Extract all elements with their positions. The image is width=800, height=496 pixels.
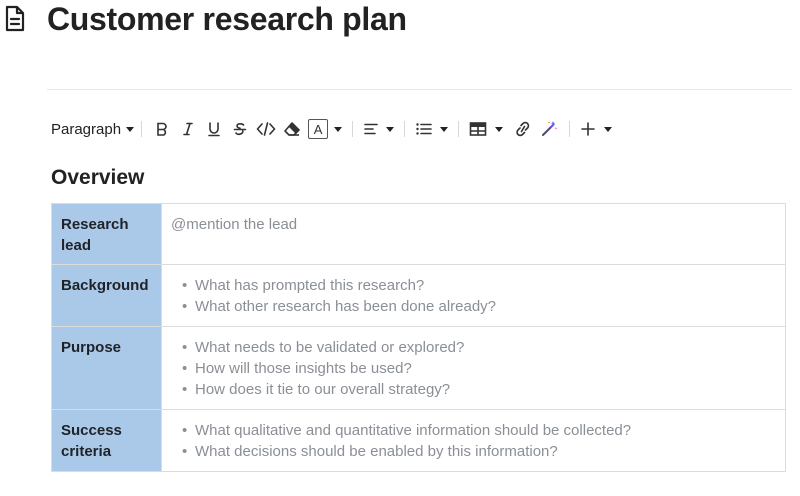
link-icon: [516, 121, 530, 137]
row-label-cell[interactable]: Success criteria: [51, 409, 162, 472]
table-row: Purpose What needs to be validated or ex…: [51, 326, 786, 410]
row-content-cell[interactable]: What has prompted this research? What ot…: [161, 264, 786, 327]
row-label: Success criteria: [61, 422, 122, 460]
row-label: Background: [61, 277, 149, 294]
alignment-dropdown[interactable]: [360, 116, 397, 142]
text-color-button[interactable]: A: [305, 116, 345, 142]
chevron-down-icon: [386, 126, 395, 132]
strikethrough-icon: [233, 123, 247, 136]
table-row: Background What has prompted this resear…: [51, 264, 786, 327]
bold-icon: [157, 122, 167, 136]
ai-assist-button[interactable]: [536, 116, 562, 142]
editor-toolbar: Paragraph A: [51, 114, 615, 144]
list-item: What other research has been done alread…: [182, 296, 785, 317]
paragraph-style-label: Paragraph: [51, 120, 122, 138]
page-title[interactable]: Customer research plan: [47, 0, 407, 38]
align-left-icon: [364, 123, 378, 135]
toolbar-separator: [404, 121, 406, 137]
row-label-cell[interactable]: Background: [51, 264, 162, 327]
list-item: How does it tie to our overall strategy?: [182, 379, 785, 400]
chevron-down-icon: [334, 126, 343, 132]
eraser-icon: [284, 122, 300, 136]
toolbar-separator: [569, 121, 571, 137]
row-label: Purpose: [61, 339, 122, 356]
paragraph-style-dropdown[interactable]: Paragraph: [51, 120, 135, 138]
italic-button[interactable]: [175, 116, 201, 142]
row-label-cell[interactable]: Research lead: [51, 203, 162, 265]
table-dropdown[interactable]: [466, 116, 506, 142]
row-label-cell[interactable]: Purpose: [51, 326, 162, 410]
bullet-list-icon: [416, 123, 432, 135]
toolbar-separator: [458, 121, 460, 137]
bullet-list: What has prompted this research? What ot…: [162, 265, 785, 326]
list-dropdown[interactable]: [412, 116, 451, 142]
list-item: What decisions should be enabled by this…: [182, 441, 785, 462]
plus-icon: [581, 122, 595, 136]
chevron-down-icon: [495, 126, 504, 132]
title-divider: [47, 89, 792, 90]
magic-wand-icon: [542, 121, 558, 136]
strikethrough-button[interactable]: [227, 116, 253, 142]
row-content-cell[interactable]: What qualitative and quantitative inform…: [161, 409, 786, 472]
list-item: What qualitative and quantitative inform…: [182, 420, 785, 441]
row-label: Research lead: [61, 216, 129, 254]
code-icon: [256, 122, 276, 136]
toolbar-separator: [352, 121, 354, 137]
row-content-cell[interactable]: What needs to be validated or explored? …: [161, 326, 786, 410]
table-icon: [469, 122, 487, 136]
table-row: Research lead @mention the lead: [51, 203, 786, 265]
clear-formatting-button[interactable]: [279, 116, 305, 142]
toolbar-separator: [141, 121, 143, 137]
code-button[interactable]: [253, 116, 279, 142]
italic-icon: [183, 122, 193, 136]
insert-dropdown[interactable]: [577, 116, 615, 142]
list-item: How will those insights be used?: [182, 358, 785, 379]
bullet-list: What qualitative and quantitative inform…: [162, 410, 785, 471]
list-item: What needs to be validated or explored?: [182, 337, 785, 358]
link-button[interactable]: [510, 116, 536, 142]
bullet-list: What needs to be validated or explored? …: [162, 327, 785, 409]
document-icon: [5, 5, 25, 32]
overview-table: Research lead @mention the lead Backgrou…: [51, 203, 786, 472]
chevron-down-icon: [604, 126, 613, 132]
overview-heading[interactable]: Overview: [51, 164, 144, 192]
underline-button[interactable]: [201, 116, 227, 142]
chevron-down-icon: [126, 126, 135, 132]
bold-button[interactable]: [149, 116, 175, 142]
chevron-down-icon: [440, 126, 449, 132]
list-item: What has prompted this research?: [182, 275, 785, 296]
table-row: Success criteria What qualitative and qu…: [51, 409, 786, 472]
underline-icon: [208, 122, 220, 137]
text-color-icon: A: [308, 119, 329, 139]
mention-placeholder: @mention the lead: [171, 216, 298, 233]
row-content-cell[interactable]: @mention the lead: [161, 203, 786, 265]
